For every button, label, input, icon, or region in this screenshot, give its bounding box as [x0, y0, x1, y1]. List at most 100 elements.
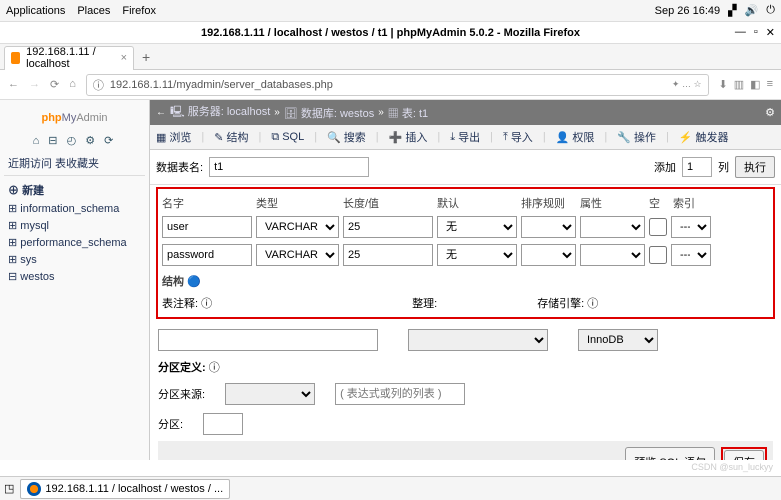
menu-applications[interactable]: Applications	[6, 5, 65, 17]
new-tab-button[interactable]: +	[134, 49, 158, 65]
firefox-icon	[27, 482, 41, 496]
db-item[interactable]: ⊞ information_schema	[4, 200, 145, 217]
menu-icon[interactable]: ≡	[767, 78, 773, 91]
column-row: VARCHAR 无 ---	[162, 241, 769, 269]
col-type-select[interactable]: VARCHAR	[256, 244, 339, 266]
tab-triggers[interactable]: ⚡ 触发器	[679, 129, 729, 145]
sidebar-icon[interactable]: ◧	[750, 78, 760, 91]
maximize-icon[interactable]: ▫	[754, 26, 758, 39]
tab-operations[interactable]: 🔧 操作	[617, 129, 656, 145]
structure-heading: 结构 🔵	[162, 269, 769, 293]
tab-insert[interactable]: ➕ 插入	[389, 129, 428, 145]
table-name-label: 数据表名:	[156, 159, 203, 175]
preview-sql-button[interactable]: 预览 SQL 语句	[625, 447, 715, 460]
tab-structure[interactable]: ✎ 结构	[214, 129, 248, 145]
info-icon[interactable]: ⓘ	[93, 77, 104, 93]
pma-content: ← 🖳 服务器: localhost » 🗄 数据库: westos » ▦ 表…	[150, 100, 781, 460]
downloads-icon[interactable]: ⬇	[719, 78, 728, 91]
url-text: 192.168.1.11/myadmin/server_databases.ph…	[110, 79, 333, 91]
bc-table[interactable]: ▦ 表: t1	[388, 105, 428, 121]
partition-expr-input[interactable]	[335, 383, 465, 405]
db-item[interactable]: ⊟ westos	[4, 268, 145, 285]
sidebar-icons[interactable]: ⌂ ⊟ ◴ ⚙ ⟳	[4, 130, 145, 151]
browser-tab[interactable]: 192.168.1.11 / localhost ×	[4, 46, 134, 70]
columns-highlight: 名字 类型 长度/值 默认 排序规则 属性 空 索引 VARCHAR 无 ---…	[156, 187, 775, 319]
network-icon[interactable]: ▞	[728, 4, 736, 17]
power-icon[interactable]: ⏻	[766, 4, 775, 17]
meta-row: InnoDB	[158, 327, 773, 353]
bc-settings-icon[interactable]: ⚙	[765, 106, 775, 119]
browser-tabstrip: 192.168.1.11 / localhost × +	[0, 44, 781, 70]
new-db[interactable]: ⊕ 新建	[4, 180, 145, 200]
menu-places[interactable]: Places	[77, 5, 110, 17]
browser-toolbar: ← → ⟳ ⌂ ⓘ 192.168.1.11/myadmin/server_da…	[0, 70, 781, 100]
col-index-select[interactable]: ---	[671, 244, 711, 266]
tab-title: 192.168.1.11 / localhost	[26, 46, 114, 70]
volume-icon[interactable]: 🔊	[745, 4, 759, 17]
tab-close-icon[interactable]: ×	[121, 52, 127, 64]
columns-header: 名字 类型 长度/值 默认 排序规则 属性 空 索引	[162, 193, 769, 213]
cols-label: 列	[718, 159, 729, 175]
menu-firefox[interactable]: Firefox	[122, 5, 156, 17]
col-length-input[interactable]	[343, 216, 433, 238]
col-default-select[interactable]: 无	[437, 216, 517, 238]
tab-search[interactable]: 🔍 搜索	[327, 129, 366, 145]
taskbar-item[interactable]: 192.168.1.11 / localhost / westos / ...	[20, 479, 230, 499]
add-columns-input[interactable]	[682, 157, 712, 177]
db-item[interactable]: ⊞ performance_schema	[4, 234, 145, 251]
col-length-input[interactable]	[343, 244, 433, 266]
col-attr-select[interactable]	[580, 216, 645, 238]
col-type-select[interactable]: VARCHAR	[256, 216, 339, 238]
collation-select[interactable]	[408, 329, 548, 351]
bc-db[interactable]: 🗄 数据库: westos	[284, 105, 374, 121]
favicon-icon	[11, 52, 20, 64]
col-default-select[interactable]: 无	[437, 244, 517, 266]
pma-tabs: ▦ 浏览| ✎ 结构| ⧉ SQL| 🔍 搜索| ➕ 插入| ⤓ 导出| ⤒ 导…	[150, 125, 781, 150]
tab-privileges[interactable]: 👤 权限	[556, 129, 595, 145]
sidebar-links[interactable]: 近期访问 表收藏夹	[4, 151, 145, 176]
tab-import[interactable]: ⤒ 导入	[503, 129, 533, 145]
table-name-input[interactable]	[209, 157, 369, 177]
partition-by-row: 分区来源:	[158, 381, 773, 407]
pma-sidebar: phpMyAdmin ⌂ ⊟ ◴ ⚙ ⟳ 近期访问 表收藏夹 ⊕ 新建 ⊞ in…	[0, 100, 150, 460]
col-attr-select[interactable]	[580, 244, 645, 266]
partitions-input[interactable]	[203, 413, 243, 435]
watermark: CSDN @sun_luckyy	[691, 462, 773, 472]
breadcrumb: ← 🖳 服务器: localhost » 🗄 数据库: westos » ▦ 表…	[150, 100, 781, 125]
window-title: 192.168.1.11 / localhost / westos / t1 |…	[201, 27, 580, 39]
db-tree: ⊕ 新建 ⊞ information_schema ⊞ mysql ⊞ perf…	[4, 180, 145, 285]
reload-icon[interactable]: ⟳	[50, 78, 59, 91]
address-bar[interactable]: ⓘ 192.168.1.11/myadmin/server_databases.…	[86, 74, 709, 96]
comment-input[interactable]	[158, 329, 378, 351]
col-index-select[interactable]: ---	[671, 216, 711, 238]
action-buttons: 预览 SQL 语句 保存	[158, 441, 773, 460]
engine-select[interactable]: InnoDB	[578, 329, 658, 351]
col-name-input[interactable]	[162, 244, 252, 266]
home-icon[interactable]: ⌂	[69, 78, 76, 91]
col-name-input[interactable]	[162, 216, 252, 238]
tab-sql[interactable]: ⧉ SQL	[271, 131, 304, 144]
execute-button[interactable]: 执行	[735, 156, 775, 178]
col-null-check[interactable]	[649, 216, 667, 238]
tab-browse[interactable]: ▦ 浏览	[156, 129, 191, 145]
desktop-taskbar: ◳ 192.168.1.11 / localhost / westos / ..…	[0, 476, 781, 500]
db-item[interactable]: ⊞ mysql	[4, 217, 145, 234]
bc-server[interactable]: 🖳 服务器: localhost	[170, 103, 270, 122]
forward-icon: →	[29, 78, 40, 91]
close-icon[interactable]: ✕	[766, 26, 775, 39]
tab-export[interactable]: ⤓ 导出	[450, 129, 480, 145]
partition-by-select[interactable]	[225, 383, 315, 405]
save-button[interactable]: 保存	[724, 450, 764, 460]
minimize-icon[interactable]: —	[735, 26, 746, 39]
desktop-topbar: Applications Places Firefox Sep 26 16:49…	[0, 0, 781, 22]
partition-def-label: 分区定义:	[158, 362, 206, 374]
window-titlebar: 192.168.1.11 / localhost / westos / t1 |…	[0, 22, 781, 44]
library-icon[interactable]: ▥	[734, 78, 744, 91]
db-item[interactable]: ⊞ sys	[4, 251, 145, 268]
back-icon[interactable]: ←	[8, 78, 19, 91]
col-collation-select[interactable]	[521, 216, 576, 238]
window-list-icon[interactable]: ◳	[4, 482, 14, 495]
url-actions[interactable]: ✦ … ☆	[672, 79, 702, 90]
col-null-check[interactable]	[649, 244, 667, 266]
col-collation-select[interactable]	[521, 244, 576, 266]
